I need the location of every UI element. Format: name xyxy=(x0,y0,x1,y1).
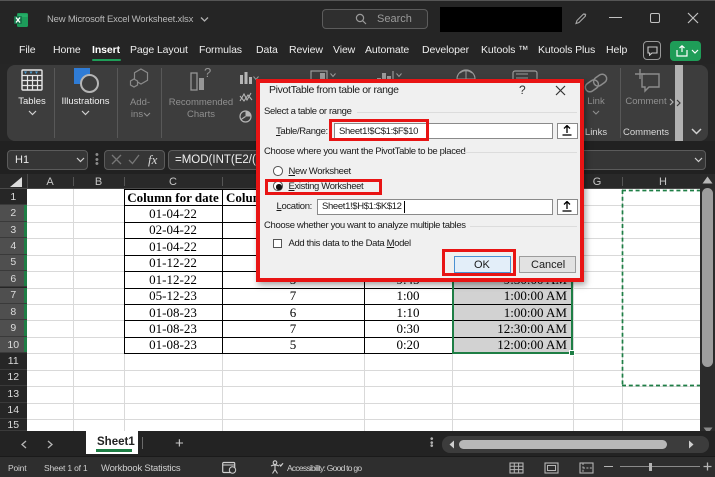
svg-text:?: ? xyxy=(204,68,211,80)
